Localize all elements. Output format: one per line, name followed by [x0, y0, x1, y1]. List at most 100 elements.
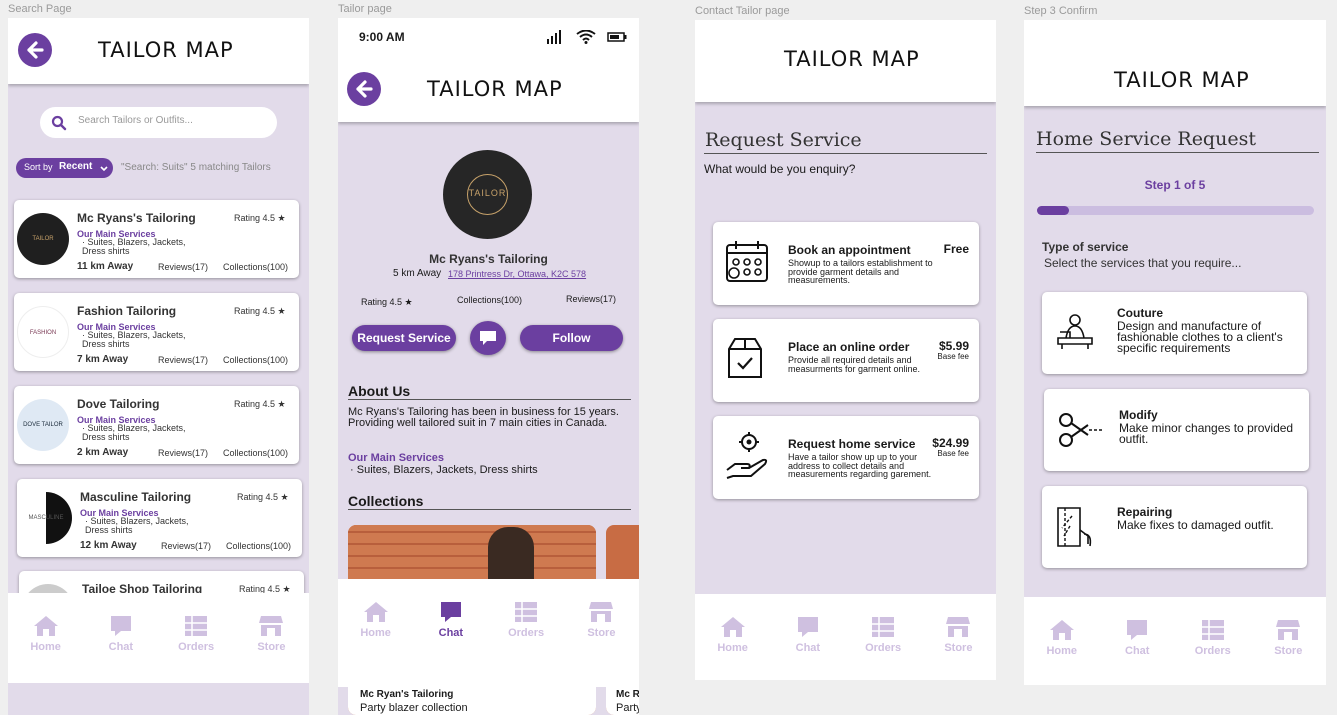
- tailor-card[interactable]: DOVE TAILOR Dove Tailoring Rating 4.5 ★ …: [14, 386, 299, 464]
- chevron-down-icon: [100, 166, 108, 172]
- orders-icon: [515, 602, 538, 622]
- chat-button[interactable]: [470, 321, 506, 355]
- nav-home[interactable]: Home: [703, 616, 763, 680]
- tailor-name: Mc Ryans's Tailoring: [429, 252, 548, 266]
- search-input[interactable]: Search Tailors or Outfits...: [40, 107, 277, 138]
- rating-value: Rating 4.5: [361, 297, 403, 307]
- divider: [1036, 152, 1319, 153]
- nav-orders[interactable]: Orders: [166, 615, 226, 683]
- reviews-count: Reviews(17): [158, 355, 209, 365]
- request-service-button[interactable]: Request Service: [352, 325, 456, 351]
- header: TAILOR MAP: [1024, 20, 1326, 106]
- collection-photo-person: [488, 527, 534, 581]
- nav-home[interactable]: Home: [1032, 619, 1092, 685]
- nav-orders-label: Orders: [1194, 645, 1231, 657]
- service-desc: Make fixes to damaged outfit.: [1117, 518, 1274, 532]
- nav-chat-label: Chat: [108, 641, 134, 653]
- sort-dropdown[interactable]: Sort by Recent: [16, 158, 113, 178]
- nav-store[interactable]: Store: [241, 615, 301, 683]
- tailor-address-link[interactable]: 178 Printress Dr, Ottawa, K2C 578: [448, 269, 586, 279]
- star-icon: ★: [277, 306, 286, 316]
- nav-home-label: Home: [360, 627, 391, 639]
- tailor-card[interactable]: MASCULINE Masculine Tailoring Rating 4.5…: [17, 479, 302, 557]
- back-button[interactable]: [347, 72, 381, 106]
- nav-chat[interactable]: Chat: [1107, 619, 1167, 685]
- tailor-rating: Rating 4.5 ★: [237, 492, 289, 503]
- service-desc: Design and manufacture of fashionable cl…: [1117, 319, 1283, 355]
- service-option[interactable]: Request home service $24.99 Base fee Hav…: [713, 416, 979, 499]
- option-desc: Showup to a tailors establishment to pro…: [788, 258, 933, 285]
- nav-chat[interactable]: Chat: [421, 601, 481, 687]
- header: 9:00 AM TAILOR MAP: [338, 18, 639, 122]
- chat-icon: [797, 617, 818, 637]
- reviews-count: Reviews(17): [161, 541, 212, 551]
- service-type-option[interactable]: Modify Make minor changes to provided ou…: [1044, 389, 1309, 471]
- brand-title: TAILOR MAP: [427, 77, 563, 101]
- page-title: Request Service: [705, 129, 862, 151]
- nav-orders[interactable]: Orders: [496, 601, 556, 687]
- brand-title: TAILOR MAP: [98, 38, 234, 62]
- chat-icon: [480, 331, 496, 345]
- back-button[interactable]: [18, 33, 52, 67]
- service-title: Repairing: [1117, 505, 1173, 519]
- nav-store[interactable]: Store: [571, 601, 631, 687]
- services-list: · Suites, Blazers, Jackets, Dress shirts: [82, 237, 186, 256]
- store-icon: [259, 616, 284, 636]
- service-option[interactable]: Place an online order $5.99 Base fee Pro…: [713, 319, 979, 402]
- collections-count: Collections(100): [223, 355, 289, 365]
- status-time: 9:00 AM: [359, 30, 405, 44]
- home-icon: [363, 602, 388, 622]
- calendar-icon: [726, 241, 768, 282]
- service-type-option[interactable]: Repairing Make fixes to damaged outfit.: [1042, 486, 1307, 568]
- store-icon: [1276, 620, 1301, 640]
- frame-label-contact: Contact Tailor page: [695, 5, 790, 17]
- progress-fill: [1037, 206, 1069, 215]
- tailor-distance: 2 km Away: [77, 447, 129, 458]
- wifi-icon: [576, 30, 596, 44]
- result-count: "Search: Suits" 5 matching Tailors: [121, 162, 271, 173]
- follow-button[interactable]: Follow: [520, 325, 623, 351]
- collection-title: Party: [616, 702, 639, 714]
- nav-store[interactable]: Store: [1258, 619, 1318, 685]
- nav-store-label: Store: [1274, 645, 1303, 657]
- nav-chat[interactable]: Chat: [91, 615, 151, 683]
- page-subtitle: What would be you enquiry?: [704, 162, 856, 176]
- option-title: Request home service: [788, 437, 916, 451]
- tailor-distance: 11 km Away: [77, 261, 134, 272]
- sewing-machine-icon: [1057, 314, 1093, 349]
- nav-orders-label: Orders: [508, 627, 545, 639]
- service-title: Modify: [1119, 408, 1158, 422]
- service-type-option[interactable]: Couture Design and manufacture of fashio…: [1042, 292, 1307, 374]
- tailor-distance: 5 km Away: [393, 268, 442, 279]
- page-title: Home Service Request: [1036, 128, 1256, 150]
- option-title: Book an appointment: [788, 243, 911, 257]
- tailor-logo: TAILOR: [443, 150, 532, 239]
- collection-shop: Mc Ryan's Tailoring: [360, 689, 454, 700]
- nav-home[interactable]: Home: [346, 601, 406, 687]
- orders-icon: [872, 617, 895, 637]
- services-text: Suites, Blazers, Jackets, Dress shirts: [82, 330, 186, 349]
- tailor-logo: TAILOR: [17, 213, 69, 265]
- nav-orders[interactable]: Orders: [1183, 619, 1243, 685]
- reviews-count: Reviews(17): [158, 448, 209, 458]
- tailor-distance: 7 km Away: [77, 354, 129, 365]
- repair-pattern-icon: [1057, 507, 1092, 547]
- nav-home[interactable]: Home: [16, 615, 76, 683]
- collections-count: Collections(100): [457, 295, 523, 305]
- tailor-name: Fashion Tailoring: [77, 304, 177, 318]
- tailor-name: Masculine Tailoring: [80, 490, 192, 504]
- bottom-nav: Home Chat Orders Store: [8, 593, 309, 683]
- service-option[interactable]: Book an appointment Free Showup to a tai…: [713, 222, 979, 305]
- nav-orders[interactable]: Orders: [853, 616, 913, 680]
- reviews-count: Reviews(17): [566, 294, 617, 304]
- nav-store[interactable]: Store: [928, 616, 988, 680]
- bottom-nav: Home Chat Orders Store: [338, 579, 639, 687]
- nav-chat-label: Chat: [1125, 645, 1150, 657]
- sort-label: Sort by: [24, 162, 53, 172]
- option-fee: Base fee: [937, 449, 969, 458]
- nav-chat[interactable]: Chat: [778, 616, 838, 680]
- tailor-logo: DOVE TAILOR: [17, 399, 69, 451]
- services-list: · Suites, Blazers, Jackets, Dress shirts: [350, 464, 538, 476]
- tailor-card[interactable]: TAILOR Mc Ryans's Tailoring Rating 4.5 ★…: [14, 200, 299, 278]
- tailor-card[interactable]: FASHION Fashion Tailoring Rating 4.5 ★ O…: [14, 293, 299, 371]
